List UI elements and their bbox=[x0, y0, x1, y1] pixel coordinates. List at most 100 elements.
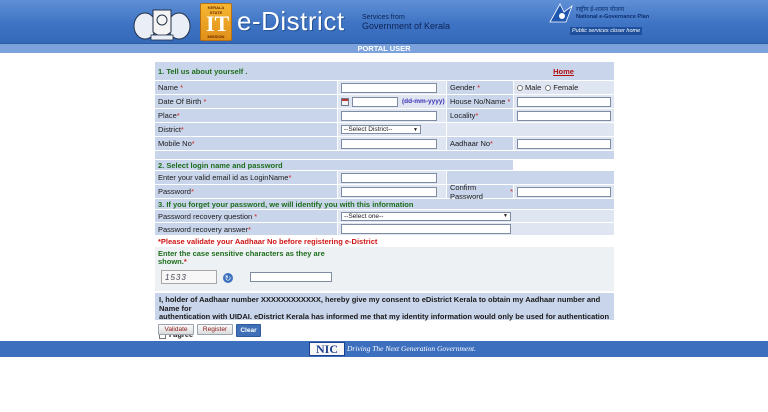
password-field-cell bbox=[338, 185, 446, 198]
gender-female-label: Female bbox=[553, 83, 579, 92]
consent-line-1: I, holder of Aadhaar number XXXXXXXXXXXX… bbox=[159, 295, 601, 313]
name-row: Name * Gender * Male Female bbox=[155, 81, 614, 94]
aadhaar-field-cell bbox=[514, 137, 614, 150]
negp-logo-block: राष्ट्रीय ई-शासन योजना National e-Govern… bbox=[548, 2, 649, 38]
negp-logo-icon bbox=[549, 3, 573, 23]
it-mission-bottom-text: MISSION bbox=[207, 34, 225, 39]
house-field-cell bbox=[514, 95, 614, 108]
captcha-prompt: Enter the case sensitive characters as t… bbox=[158, 250, 333, 266]
consent-box: I, holder of Aadhaar number XXXXXXXXXXXX… bbox=[155, 293, 614, 339]
section2-row: 2. Select login name and password bbox=[155, 160, 614, 170]
place-field-cell bbox=[338, 109, 446, 122]
email-field-cell bbox=[338, 171, 446, 184]
recovery-q-field-cell: --Select one-- ▼ bbox=[338, 210, 614, 222]
warning-row: *Please validate your Aadhaar No before … bbox=[155, 236, 614, 247]
confirm-password-label: Confirm Password bbox=[450, 182, 483, 201]
dob-input[interactable] bbox=[352, 96, 398, 107]
name-label-cell: Name * bbox=[155, 81, 337, 94]
required-marker: * bbox=[201, 97, 207, 106]
services-caption: Services from Government of Kerala bbox=[362, 13, 450, 31]
section1-row: 1. Tell us about yourself . Home bbox=[155, 62, 614, 80]
mobile-field-cell bbox=[338, 137, 446, 150]
house-input[interactable] bbox=[517, 96, 611, 107]
password-input[interactable] bbox=[341, 186, 437, 197]
site-title: e-District bbox=[237, 6, 345, 36]
recovery-question-label: Password recovery question bbox=[158, 211, 253, 221]
kerala-emblem-icon bbox=[133, 9, 191, 41]
services-line-2: Government of Kerala bbox=[362, 21, 451, 31]
required-marker: * bbox=[288, 173, 292, 182]
password-row: Password * Confirm Password * bbox=[155, 182, 614, 201]
register-button[interactable]: Register bbox=[197, 324, 233, 335]
required-marker: * bbox=[475, 111, 479, 120]
recovery-q-label-cell: Password recovery question * bbox=[155, 210, 337, 222]
dob-label-cell: Date Of Birth * bbox=[155, 95, 337, 108]
validate-button[interactable]: Validate bbox=[158, 324, 194, 335]
district-select[interactable]: --Select District-- ▼ bbox=[341, 125, 421, 134]
aadhaar-input[interactable] bbox=[517, 138, 611, 149]
recovery-question-value: --Select one-- bbox=[344, 212, 384, 220]
required-marker: * bbox=[183, 257, 187, 266]
clear-button[interactable]: Clear bbox=[236, 324, 261, 337]
gender-female-radio[interactable] bbox=[545, 84, 552, 91]
required-marker: * bbox=[190, 187, 194, 196]
recovery-question-select[interactable]: --Select one-- ▼ bbox=[341, 211, 511, 221]
calendar-icon[interactable] bbox=[341, 97, 349, 106]
required-marker: * bbox=[505, 97, 511, 106]
required-marker: * bbox=[490, 139, 493, 148]
locality-input[interactable] bbox=[517, 110, 611, 121]
house-label: House No/Name bbox=[450, 97, 506, 106]
district-field-cell: --Select District-- ▼ bbox=[338, 123, 446, 136]
captcha-area: Enter the case sensitive characters as t… bbox=[155, 247, 614, 291]
captcha-input[interactable] bbox=[250, 272, 332, 282]
gender-male-radio[interactable] bbox=[517, 84, 523, 91]
email-label-cell: Enter your valid email id as LoginName * bbox=[155, 171, 337, 184]
confirm-field-cell bbox=[514, 185, 614, 198]
recovery-a-label-cell: Password recovery answer * bbox=[155, 223, 337, 235]
recovery-answer-row: Password recovery answer * bbox=[155, 223, 614, 235]
place-input[interactable] bbox=[341, 110, 437, 121]
aadhaar-label-cell: Aadhaar No * bbox=[447, 137, 513, 150]
home-link[interactable]: Home bbox=[553, 67, 574, 76]
place-label: Place bbox=[158, 111, 177, 120]
recovery-answer-input[interactable] bbox=[341, 224, 511, 234]
mobile-label-cell: Mobile No * bbox=[155, 137, 337, 150]
button-row: Validate Register Clear bbox=[155, 324, 614, 338]
footer-tagline: Driving The Next Generation Government. bbox=[347, 344, 476, 353]
dob-field-cell: (dd-mm-yyyy) bbox=[338, 95, 446, 108]
recovery-question-row: Password recovery question * --Select on… bbox=[155, 210, 614, 222]
district-select-value: --Select District-- bbox=[344, 126, 393, 133]
chevron-down-icon: ▼ bbox=[503, 213, 508, 219]
required-marker: * bbox=[191, 139, 195, 148]
required-marker: * bbox=[475, 83, 481, 92]
spacer-row bbox=[155, 151, 614, 159]
captcha-prompt-line2: shown. bbox=[158, 257, 184, 266]
it-mission-logo: KERALA STATE IT MISSION bbox=[200, 3, 232, 41]
mobile-input[interactable] bbox=[341, 138, 437, 149]
refresh-icon[interactable]: ↻ bbox=[223, 273, 233, 283]
email-input[interactable] bbox=[341, 172, 437, 183]
recovery-answer-label: Password recovery answer bbox=[158, 224, 249, 234]
confirm-password-input[interactable] bbox=[517, 186, 611, 197]
locality-field-cell bbox=[514, 109, 614, 122]
footer-bar: NIC Driving The Next Generation Governme… bbox=[0, 341, 768, 357]
required-marker: * bbox=[252, 211, 258, 221]
confirm-label-cell: Confirm Password * bbox=[447, 182, 513, 201]
mobile-label: Mobile No bbox=[158, 139, 192, 148]
nic-logo: NIC bbox=[309, 342, 345, 356]
dob-format-hint: (dd-mm-yyyy) bbox=[402, 98, 445, 105]
gender-label-cell: Gender * bbox=[447, 81, 513, 94]
required-marker: * bbox=[180, 125, 184, 134]
district-label: District bbox=[158, 125, 181, 134]
chevron-down-icon: ▼ bbox=[413, 126, 418, 133]
negp-tagline: Public services closer home bbox=[570, 27, 643, 35]
name-input[interactable] bbox=[341, 82, 437, 93]
email-label: Enter your valid email id as LoginName bbox=[158, 173, 289, 182]
name-field-cell bbox=[338, 81, 446, 94]
portal-user-bar: PORTAL USER bbox=[0, 44, 768, 53]
aadhaar-warning: *Please validate your Aadhaar No before … bbox=[158, 237, 378, 246]
recovery-a-field-cell bbox=[338, 223, 614, 235]
required-marker: * bbox=[248, 224, 251, 234]
required-marker: * bbox=[510, 187, 513, 196]
section2-heading: 2. Select login name and password bbox=[155, 160, 513, 170]
